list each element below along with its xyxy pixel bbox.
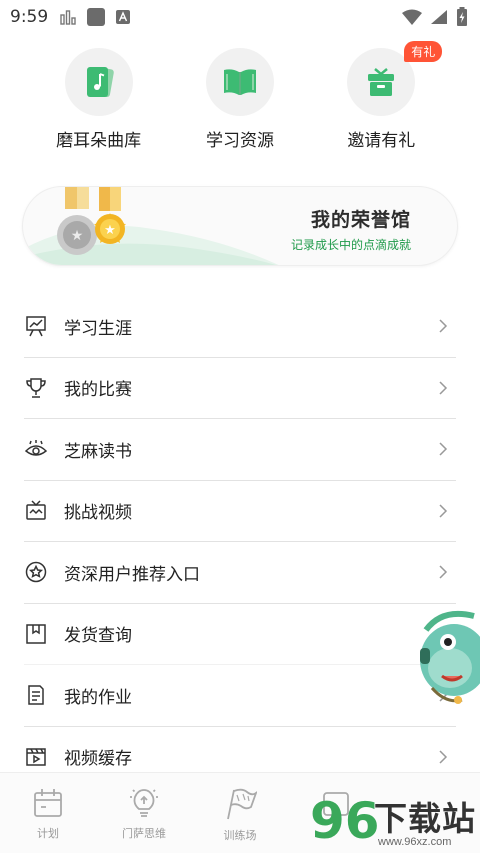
status-time: 9:59 <box>10 7 49 27</box>
nav-item-plan[interactable]: 计划 <box>0 773 96 853</box>
chevron-right-icon <box>439 750 448 764</box>
honor-hall-banner[interactable]: ★ ★ 我的荣誉馆 记录成长中的点滴成就 <box>22 186 458 266</box>
cell-signal-icon <box>431 10 447 24</box>
banner-subtitle: 记录成长中的点滴成就 <box>290 238 411 252</box>
feature-label: 磨耳朵曲库 <box>56 131 142 151</box>
feature-label: 邀请有礼 <box>347 131 416 151</box>
svg-text:★: ★ <box>71 228 84 244</box>
menu-label: 我的作业 <box>64 687 132 708</box>
menu-label: 发货查询 <box>64 626 132 647</box>
flag-icon <box>227 788 257 820</box>
mascot-floating-button[interactable] <box>412 608 480 712</box>
wifi-icon <box>402 9 422 25</box>
feature-learning-resources[interactable]: 学习资源 <box>175 48 305 151</box>
svg-text:★: ★ <box>104 223 116 238</box>
chevron-right-icon <box>439 319 448 333</box>
menu-item-sesame-reading[interactable]: 芝麻读书 <box>24 419 456 481</box>
menu-item-challenge-videos[interactable]: 挑战视频 <box>24 481 456 542</box>
presentation-board-icon <box>24 314 48 338</box>
menu-item-learning-career[interactable]: 学习生涯 <box>24 296 456 358</box>
reading-eye-icon <box>24 437 48 461</box>
star-circle-icon <box>24 560 48 584</box>
document-list-icon <box>24 683 48 707</box>
tv-icon <box>24 499 48 523</box>
feature-row: 磨耳朵曲库 学习资源 有礼 邀请有礼 <box>0 41 480 151</box>
nav-label: 门萨思维 <box>122 827 166 840</box>
feature-label: 学习资源 <box>205 131 274 151</box>
menu-item-senior-user-referral[interactable]: 资深用户推荐入口 <box>24 542 456 604</box>
menu-label: 挑战视频 <box>64 503 132 524</box>
chevron-right-icon <box>439 565 448 579</box>
menu-label: 我的比赛 <box>64 380 132 401</box>
feature-circle <box>205 48 274 116</box>
menu-item-shipping-query[interactable]: 发货查询 <box>24 604 456 665</box>
square-icon <box>87 8 106 26</box>
watermark-96-logo: 96 <box>310 792 378 850</box>
film-play-icon <box>24 745 48 769</box>
nav-item-mensa-thinking[interactable]: 门萨思维 <box>96 773 192 853</box>
feature-music-library[interactable]: 磨耳朵曲库 <box>34 48 164 151</box>
feature-circle <box>64 48 133 116</box>
calendar-icon <box>34 789 62 817</box>
menu-label: 视频缓存 <box>64 749 132 770</box>
status-bar: 9:59 <box>0 0 480 34</box>
medals-icon: ★ ★ <box>57 187 126 255</box>
menu-item-my-homework[interactable]: 我的作业 <box>24 665 456 727</box>
feature-invite-gift[interactable]: 有礼 邀请有礼 <box>316 41 446 151</box>
menu-label: 学习生涯 <box>64 318 132 339</box>
menu-list: 学习生涯 我的比赛 芝麻读书 挑战视频 资深用户推荐入口 发货查询 我的作业 视… <box>24 296 456 788</box>
menu-label: 芝麻读书 <box>64 441 132 462</box>
gift-icon <box>368 68 395 96</box>
nav-label: 计划 <box>37 827 59 840</box>
trophy-icon <box>24 376 48 400</box>
a-notification-icon <box>116 10 131 24</box>
package-box-icon <box>24 622 48 646</box>
watermark-text: 下载站 <box>374 799 476 838</box>
chevron-right-icon <box>439 442 448 456</box>
menu-label: 资深用户推荐入口 <box>64 564 200 585</box>
lightbulb-icon <box>130 789 158 817</box>
chevron-right-icon <box>439 504 448 518</box>
watermark-url: www.96xz.com <box>378 836 452 848</box>
signal-bars-icon <box>60 10 76 25</box>
svg-text:96: 96 <box>310 792 378 850</box>
watermark-96xz: 96 下载站 www.96xz.com <box>308 786 480 853</box>
gift-badge: 有礼 <box>404 41 443 62</box>
battery-charging-icon <box>457 7 467 26</box>
menu-item-my-competitions[interactable]: 我的比赛 <box>24 358 456 419</box>
chevron-right-icon <box>439 381 448 395</box>
banner-title: 我的荣誉馆 <box>310 209 411 231</box>
nav-item-training-ground[interactable]: 训练场 <box>192 773 288 853</box>
open-book-icon <box>223 69 256 95</box>
music-card-icon <box>86 66 114 98</box>
nav-label: 训练场 <box>223 829 257 842</box>
